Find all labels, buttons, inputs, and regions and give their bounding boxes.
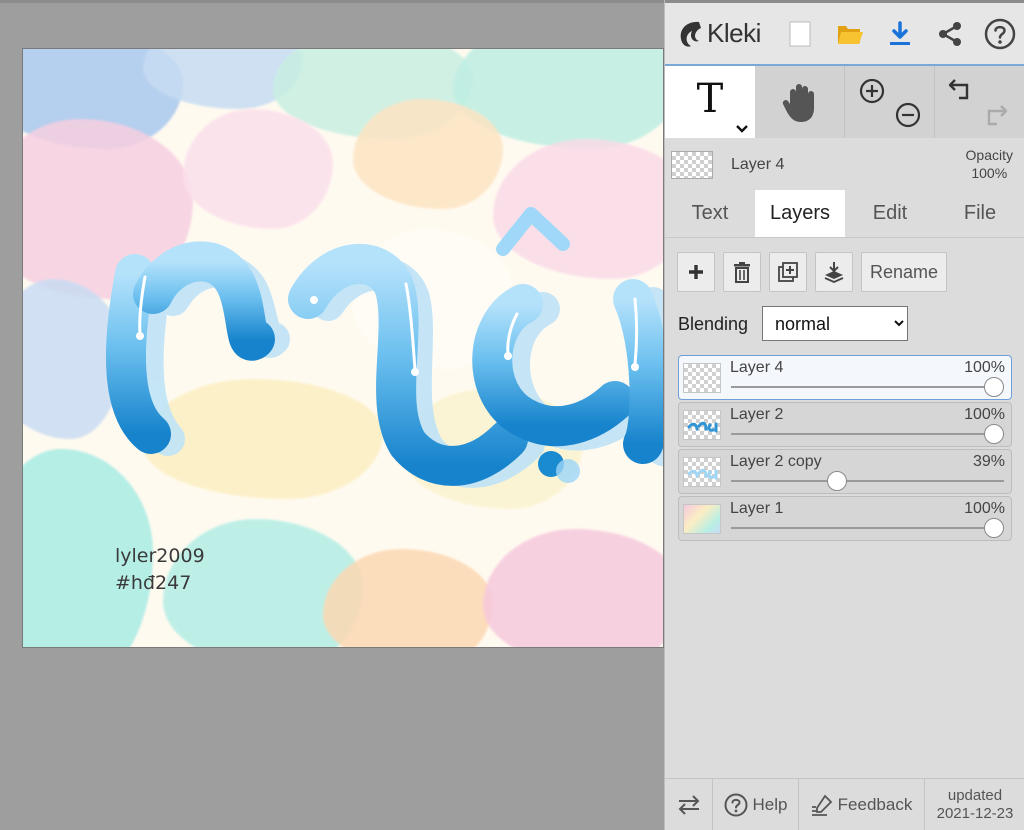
layer-item-layer-2[interactable]: Layer 2 100% — [678, 402, 1012, 447]
feedback-link[interactable]: Feedback — [799, 779, 925, 830]
layer-opacity-slider[interactable] — [731, 377, 1004, 397]
feedback-pencil-icon — [811, 794, 832, 816]
tab-layers[interactable]: Layers — [755, 190, 845, 237]
plus-icon — [689, 265, 703, 279]
share-icon — [939, 21, 961, 46]
current-layer-opacity: Opacity 100% — [966, 146, 1013, 182]
rename-layer-button[interactable]: Rename — [861, 252, 948, 292]
slider-handle[interactable] — [827, 471, 848, 491]
opacity-label: Opacity — [965, 147, 1013, 163]
layer-name: Layer 1 — [730, 500, 784, 517]
help-circle-icon — [724, 793, 748, 816]
signature-line-2: #hđ247 — [115, 572, 192, 594]
blending-mode-select[interactable]: normal — [762, 306, 908, 341]
layer-opacity-slider[interactable] — [731, 471, 1004, 491]
feedback-label: Feedback — [837, 794, 913, 814]
top-toolbar: Kleki — [665, 0, 1024, 64]
tab-edit[interactable]: Edit — [845, 190, 935, 237]
current-layer-name: Layer 4 — [731, 156, 785, 173]
panel-footer: Help Feedback updated 2021-12-23 — [665, 778, 1024, 830]
layer-name: Layer 2 — [730, 406, 784, 423]
updated-date: 2021-12-23 — [936, 804, 1014, 822]
panel-tabs: Text Layers Edit File — [665, 190, 1024, 238]
redo-icon[interactable] — [981, 102, 1009, 128]
updated-info: updated 2021-12-23 — [925, 779, 1024, 830]
undo-icon[interactable] — [947, 76, 975, 102]
layer-item-layer-4[interactable]: Layer 4 100% — [678, 355, 1012, 400]
current-layer-thumbnail — [671, 151, 713, 179]
open-folder-icon — [838, 25, 863, 44]
updated-label: updated — [947, 786, 1003, 804]
undo-redo-controls — [935, 66, 1024, 138]
layer-thumbnail — [683, 504, 721, 534]
layer-name: Layer 4 — [730, 359, 784, 376]
help-label: Help — [752, 794, 788, 814]
layer-opacity: 100% — [964, 359, 1005, 376]
kleki-logo-icon — [680, 21, 701, 47]
side-panel: Kleki T Layer 4 Opacity 100% Text Layers… — [664, 0, 1024, 830]
tab-text[interactable]: Text — [665, 190, 755, 237]
canvas-area[interactable]: lyler2009 #hđ247 — [0, 0, 664, 830]
add-layer-button[interactable] — [677, 252, 715, 292]
layer-preview-image — [687, 421, 718, 433]
share-button[interactable] — [925, 3, 975, 64]
layer-thumbnail — [683, 457, 721, 487]
layer-actions: Rename — [677, 252, 948, 292]
hand-icon — [782, 84, 814, 122]
zoom-controls — [845, 66, 935, 138]
swap-side-button[interactable] — [665, 779, 713, 830]
text-tool-icon: T — [696, 76, 724, 122]
duplicate-icon — [778, 262, 798, 282]
save-image-button[interactable] — [875, 3, 925, 64]
swap-arrows-icon — [678, 794, 699, 815]
trash-icon — [734, 262, 750, 283]
help-circle-icon — [984, 18, 1016, 49]
layer-opacity: 100% — [964, 500, 1005, 517]
current-layer-info: Layer 4 Opacity 100% — [665, 140, 1024, 190]
new-image-button[interactable] — [775, 3, 825, 64]
layer-opacity: 39% — [972, 453, 1005, 470]
zoom-out-icon[interactable] — [895, 102, 921, 128]
download-icon — [890, 20, 910, 45]
opacity-value: 100% — [971, 165, 1008, 181]
layer-thumbnail — [683, 410, 721, 440]
merge-down-button[interactable] — [815, 252, 853, 292]
open-image-button[interactable] — [825, 3, 875, 64]
delete-layer-button[interactable] — [723, 252, 761, 292]
help-button[interactable] — [975, 3, 1024, 64]
layer-name: Layer 2 copy — [730, 453, 822, 470]
drawing-canvas[interactable]: lyler2009 #hđ247 — [23, 49, 663, 647]
layer-opacity-slider[interactable] — [731, 424, 1004, 444]
slider-handle[interactable] — [984, 377, 1004, 397]
hand-tool-button[interactable] — [755, 66, 845, 138]
layer-opacity: 100% — [964, 406, 1005, 423]
help-link[interactable]: Help — [713, 779, 799, 830]
signature-line-1: lyler2009 — [115, 545, 205, 567]
tab-file[interactable]: File — [935, 190, 1024, 237]
chevron-down-icon[interactable] — [735, 124, 749, 134]
app-name: Kleki — [707, 18, 761, 48]
slider-handle[interactable] — [984, 518, 1004, 538]
layer-thumbnail — [683, 363, 721, 393]
artist-signature: lyler2009 #hđ247 — [115, 543, 205, 597]
app-logo[interactable]: Kleki — [665, 3, 775, 64]
new-image-icon — [789, 21, 811, 46]
layer-item-layer-1[interactable]: Layer 1 100% — [678, 496, 1012, 541]
tool-row: T — [665, 64, 1024, 138]
layer-item-layer-2-copy[interactable]: Layer 2 copy 39% — [678, 449, 1012, 494]
layer-list: Layer 4 100% Layer 2 100% Layer 2 copy 3… — [678, 355, 1012, 543]
layer-preview-image — [687, 468, 718, 480]
text-tool-button[interactable]: T — [665, 66, 755, 138]
slider-handle[interactable] — [984, 424, 1004, 444]
blending-label: Blending — [678, 314, 749, 334]
merge-layers-icon — [824, 262, 844, 283]
duplicate-layer-button[interactable] — [769, 252, 807, 292]
zoom-in-icon[interactable] — [859, 78, 885, 104]
layer-opacity-slider[interactable] — [731, 518, 1004, 538]
